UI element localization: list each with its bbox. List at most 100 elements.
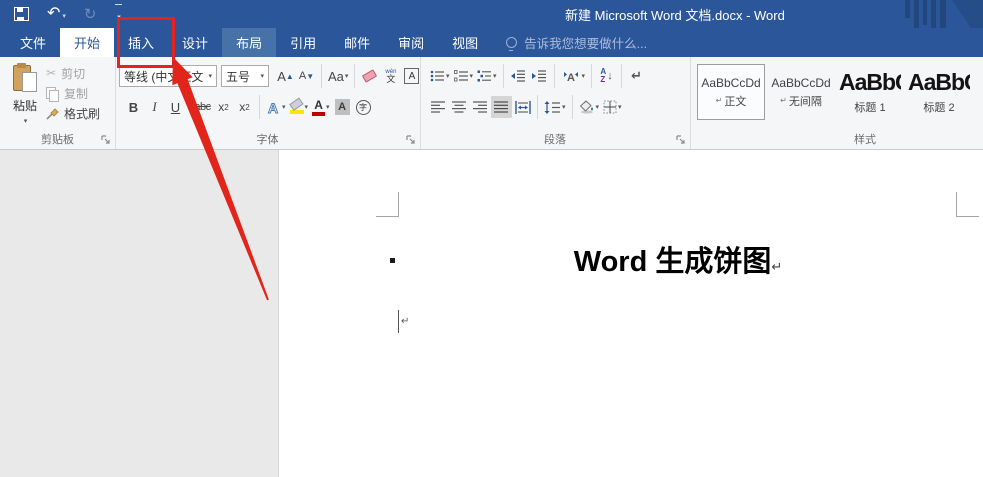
text-highlight-button[interactable]: ▾ xyxy=(288,96,311,118)
shading-button[interactable]: ▾ xyxy=(577,96,602,118)
font-dialog-launcher-icon[interactable] xyxy=(406,135,416,145)
enclose-characters-button[interactable]: 字 xyxy=(353,96,374,118)
redo-icon[interactable]: ↻ xyxy=(84,7,97,22)
copy-label: 复制 xyxy=(64,85,88,102)
distribute-button[interactable] xyxy=(512,96,533,118)
superscript-button[interactable]: x2 xyxy=(234,96,255,118)
tell-me-text: 告诉我您想要做什么... xyxy=(524,33,647,52)
style-name: 标题 2 xyxy=(923,99,954,115)
document-area: Word 生成饼图↵ ↵ xyxy=(0,150,983,477)
window-title: 新建 Microsoft Word 文档.docx - Word xyxy=(565,0,785,28)
justify-button[interactable] xyxy=(491,96,512,118)
group-clipboard: 粘贴 ▾ ✂ 剪切 复制 格式刷 xyxy=(0,57,116,149)
copy-button[interactable]: 复制 xyxy=(46,83,88,103)
document-page[interactable]: Word 生成饼图↵ ↵ xyxy=(278,150,983,477)
style-no-spacing[interactable]: AaBbCcDd ↵ 无间隔 xyxy=(768,65,834,119)
ribbon-home: 粘贴 ▾ ✂ 剪切 复制 格式刷 xyxy=(0,57,983,150)
tab-layout[interactable]: 布局 xyxy=(222,28,276,57)
tab-mailings[interactable]: 邮件 xyxy=(330,28,384,57)
grow-font-letter: A xyxy=(277,69,286,84)
group-paragraph: ▾ ▾ xyxy=(420,57,691,149)
style-heading-2[interactable]: AaBbC 标题 2 xyxy=(906,65,972,119)
asian-layout-icon: A xyxy=(561,70,581,83)
style-heading-1[interactable]: AaBbC 标题 1 xyxy=(837,65,903,119)
lightbulb-icon xyxy=(506,37,517,48)
sort-arrow: ↓ xyxy=(607,70,613,82)
line-spacing-button[interactable]: ▾ xyxy=(542,96,568,118)
font-name-value: 等线 (中文正文 xyxy=(124,68,207,85)
italic-button[interactable]: I xyxy=(144,96,165,118)
margin-corner-mark-top-left xyxy=(376,192,399,217)
bold-button[interactable]: B xyxy=(123,96,144,118)
sort-button[interactable]: A Z ↓ xyxy=(596,65,617,87)
pilcrow-icon: ↵ xyxy=(780,96,787,105)
clipboard-dialog-launcher-icon[interactable] xyxy=(101,135,111,145)
borders-button[interactable]: ▾ xyxy=(601,96,624,118)
paste-icon xyxy=(13,63,37,93)
justify-icon xyxy=(494,101,509,113)
phonetic-guide-button[interactable]: wén 文 xyxy=(380,65,401,87)
format-painter-label: 格式刷 xyxy=(64,105,100,122)
clear-formatting-button[interactable] xyxy=(359,65,380,87)
cut-button[interactable]: ✂ 剪切 xyxy=(46,63,85,83)
undo-icon: ↶ xyxy=(47,5,60,22)
format-painter-icon xyxy=(46,107,59,120)
align-center-button[interactable] xyxy=(449,96,470,118)
tab-view[interactable]: 视图 xyxy=(438,28,492,57)
subscript-button[interactable]: x2 xyxy=(213,96,234,118)
text-cursor xyxy=(398,310,399,333)
undo-button[interactable]: ↶▾ xyxy=(47,5,66,23)
shrink-font-button[interactable]: A▼ xyxy=(296,65,317,87)
paragraph-dialog-launcher-icon[interactable] xyxy=(676,135,686,145)
tab-home[interactable]: 开始 xyxy=(60,28,114,57)
align-right-button[interactable] xyxy=(470,96,491,118)
chevron-down-icon: ▾ xyxy=(582,72,586,80)
style-preview: AaBbCcDd xyxy=(771,76,830,90)
chevron-down-icon[interactable]: ▾ xyxy=(24,117,28,125)
bullets-button[interactable]: ▾ xyxy=(428,65,452,87)
multilevel-list-button[interactable]: ▾ xyxy=(475,65,499,87)
tell-me-box[interactable]: 告诉我您想要做什么... xyxy=(506,28,647,57)
style-normal[interactable]: AaBbCcDd ↵ 正文 xyxy=(697,64,765,120)
text-effects-button[interactable]: A ▾ xyxy=(264,96,288,118)
style-name: 无间隔 xyxy=(789,93,822,109)
underline-button[interactable]: U xyxy=(165,96,186,118)
font-name-combobox[interactable]: 等线 (中文正文 ▾ xyxy=(119,65,217,87)
document-heading[interactable]: Word 生成饼图↵ xyxy=(398,238,958,280)
increase-indent-button[interactable] xyxy=(529,65,550,87)
heading-text: Word 生成饼图 xyxy=(574,246,772,278)
decrease-indent-button[interactable] xyxy=(508,65,529,87)
grow-font-button[interactable]: A▲ xyxy=(275,65,296,87)
highlighter-icon xyxy=(290,101,304,114)
strikethrough-button[interactable]: abc xyxy=(192,96,213,118)
tab-file[interactable]: 文件 xyxy=(6,28,60,57)
chevron-down-icon[interactable]: ▾ xyxy=(62,13,66,20)
format-painter-button[interactable]: 格式刷 xyxy=(46,103,100,123)
asian-layout-button[interactable]: A ▾ xyxy=(559,65,588,87)
numbering-icon xyxy=(454,70,469,82)
line-spacing-icon xyxy=(544,101,561,114)
style-preview: AaBbC xyxy=(908,69,970,96)
tab-references[interactable]: 引用 xyxy=(276,28,330,57)
font-size-combobox[interactable]: 五号 ▾ xyxy=(221,65,269,87)
enclose-characters-icon: 字 xyxy=(356,100,371,115)
character-shading-button[interactable]: A xyxy=(332,96,353,118)
change-case-button[interactable]: Aa ▾ xyxy=(326,65,350,87)
chevron-down-icon: ▾ xyxy=(208,72,212,80)
tab-review[interactable]: 审阅 xyxy=(384,28,438,57)
chevron-down-icon: ▾ xyxy=(282,103,286,111)
margin-corner-mark-top-right xyxy=(956,192,979,217)
align-left-icon xyxy=(431,101,446,113)
borders-icon xyxy=(603,100,617,114)
scissors-icon: ✂ xyxy=(46,66,56,80)
text-effects-icon: A xyxy=(266,100,281,115)
decrease-indent-icon xyxy=(510,70,526,82)
tab-design[interactable]: 设计 xyxy=(168,28,222,57)
font-color-button[interactable]: A ▾ xyxy=(310,96,332,118)
align-left-button[interactable] xyxy=(428,96,449,118)
numbering-button[interactable]: ▾ xyxy=(452,65,476,87)
group-font: 等线 (中文正文 ▾ 五号 ▾ A▲ A▼ Aa ▾ xyxy=(115,57,421,149)
show-hide-marks-button[interactable]: ↵ xyxy=(626,65,647,87)
save-icon[interactable] xyxy=(14,7,29,21)
align-center-icon xyxy=(452,101,467,113)
